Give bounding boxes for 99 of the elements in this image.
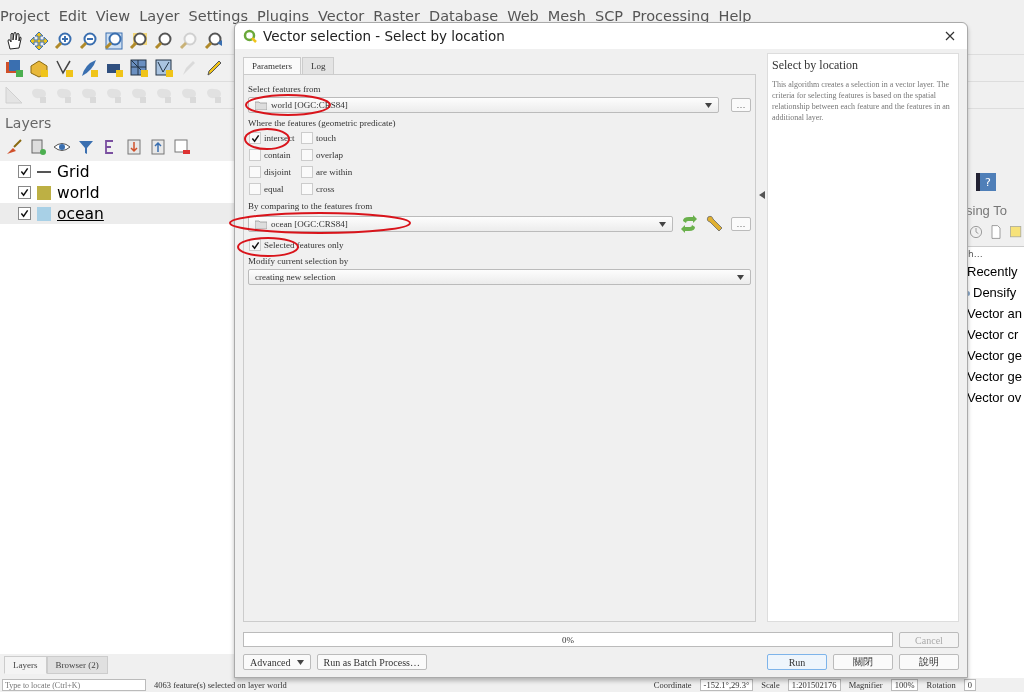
toolbox-item[interactable]: Vector an [964, 303, 1022, 324]
toolbox-item[interactable]: Vector ov [964, 387, 1022, 408]
more-button[interactable]: … [731, 98, 751, 112]
checkbox-label: are within [316, 167, 353, 177]
remove-layer-icon[interactable] [172, 137, 192, 157]
wrench-icon[interactable] [705, 214, 725, 234]
locator-field[interactable]: Type to locate (Ctrl+K) [2, 679, 146, 691]
layer-checkbox[interactable] [18, 207, 31, 220]
action-button[interactable]: Run [767, 654, 827, 670]
checkbox[interactable] [249, 149, 261, 161]
document-icon[interactable] [988, 222, 1004, 242]
coordinate-field[interactable]: -152.1°,29.3° [699, 679, 754, 691]
toolbox-item[interactable]: Vector cr [964, 324, 1019, 345]
checkbox[interactable] [249, 132, 261, 144]
collapse-arrow-icon[interactable] [758, 190, 765, 199]
help-title: Select by location [772, 58, 859, 73]
zoom-full-icon[interactable] [104, 31, 124, 51]
caret-icon [705, 102, 712, 108]
status-label: Coordinate [653, 680, 692, 690]
status-label: Rotation [926, 680, 956, 690]
magnifier-field[interactable]: 100% [890, 679, 919, 691]
checkbox-label: contain [264, 150, 291, 160]
checkbox-label: equal [264, 184, 284, 194]
checkbox-label: touch [316, 133, 336, 143]
grid-icon[interactable] [129, 58, 149, 78]
caret-icon [296, 659, 304, 665]
expand-all-icon[interactable] [124, 137, 144, 157]
layer-checkbox[interactable] [18, 165, 31, 178]
dock-tab[interactable]: Layers [4, 656, 47, 674]
status-message: 4063 feature(s) selected on layer world [154, 680, 287, 690]
toolbox-item[interactable]: Vector ge [964, 345, 1022, 366]
scale-field[interactable]: 1:201502176 [787, 679, 841, 691]
feather-icon[interactable] [79, 58, 99, 78]
checkbox[interactable] [301, 183, 313, 195]
menu-item[interactable]: Settings [188, 8, 249, 28]
mesh-icon[interactable] [154, 58, 174, 78]
toolbox-item[interactable]: Vector ge [964, 366, 1022, 387]
database-icon[interactable] [29, 58, 49, 78]
rotation-field[interactable]: 0 [963, 679, 976, 691]
tab[interactable]: Parameters [243, 57, 301, 74]
menu-item[interactable]: Edit [58, 8, 87, 28]
collapse-all-icon[interactable] [148, 137, 168, 157]
field-label: Where the features (geometric predicate) [248, 117, 396, 129]
app-logo-icon [243, 29, 257, 43]
help-text: This algorithm creates a selection in a vector layer. The criteria for selecting features is based on the spatial relationship between each feature and the features in an additional layer. [772, 79, 951, 123]
menu-item[interactable]: Layer [139, 8, 180, 28]
progress-bar: 0% [243, 632, 893, 647]
dock-tab[interactable]: Browser (2) [46, 656, 108, 674]
highlight-ellipse [237, 237, 299, 257]
legend-item[interactable]: Grid [0, 161, 234, 182]
layer-icon [255, 100, 267, 110]
iterate-icon[interactable] [679, 214, 699, 234]
checkbox[interactable] [301, 132, 313, 144]
caret-icon [659, 221, 666, 227]
menu-item[interactable]: Project [0, 8, 50, 28]
help-button[interactable]: ? [976, 173, 996, 191]
layer-icon [255, 219, 267, 229]
pencil-icon[interactable] [204, 58, 224, 78]
vertex-icon[interactable] [54, 58, 74, 78]
status-label: Scale [761, 680, 780, 690]
pan-arrows-icon[interactable] [29, 31, 49, 51]
checkbox-label: cross [316, 184, 335, 194]
field-label: Select features from [248, 83, 321, 95]
hand-icon[interactable] [4, 31, 24, 51]
layer-dropdown[interactable]: ocean [OGC:CRS84] [248, 216, 673, 232]
legend-item[interactable]: world [0, 182, 234, 203]
action-button[interactable]: Advanced [243, 654, 311, 670]
toolbox-item[interactable]: Recently [964, 261, 1018, 282]
legend-item[interactable]: ocean [0, 203, 234, 224]
layer-checkbox[interactable] [18, 186, 31, 199]
field-label: By comparing to the features from [248, 200, 373, 212]
action-button[interactable]: Run as Batch Process… [316, 654, 427, 670]
status-label: Magnifier [848, 680, 883, 690]
menu-item[interactable]: View [95, 8, 131, 28]
zoom-last-icon[interactable] [204, 31, 224, 51]
field-label: Modify current selection by [248, 255, 349, 267]
layers-add-icon[interactable] [4, 58, 24, 78]
more-button[interactable]: … [731, 217, 751, 231]
line-symbol-icon [37, 170, 51, 173]
checkbox-label: Selected features only [264, 240, 344, 250]
selection-dropdown[interactable]: creating new selection [248, 269, 751, 285]
checkbox[interactable] [301, 166, 313, 178]
zoom-layer-icon[interactable] [129, 31, 149, 51]
caret-icon [737, 274, 744, 280]
checkbox[interactable] [249, 183, 261, 195]
panel-title: Layers [4, 114, 53, 133]
zoom-native-icon[interactable] [179, 31, 199, 51]
action-button[interactable]: 說明 [899, 654, 959, 670]
checkbox[interactable] [301, 149, 313, 161]
checkbox-label: overlap [316, 150, 343, 160]
add-group-icon[interactable] [28, 137, 48, 157]
zoom-selection-icon[interactable] [154, 31, 174, 51]
zoom-in-icon[interactable] [54, 31, 74, 51]
tab[interactable]: Log [302, 57, 335, 74]
checkbox[interactable] [249, 166, 261, 178]
checkbox-label: disjoint [264, 167, 291, 177]
action-button[interactable]: 關閉 [833, 654, 893, 670]
window-title: Vector selection - Select by location [263, 28, 506, 44]
zoom-out-icon[interactable] [79, 31, 99, 51]
